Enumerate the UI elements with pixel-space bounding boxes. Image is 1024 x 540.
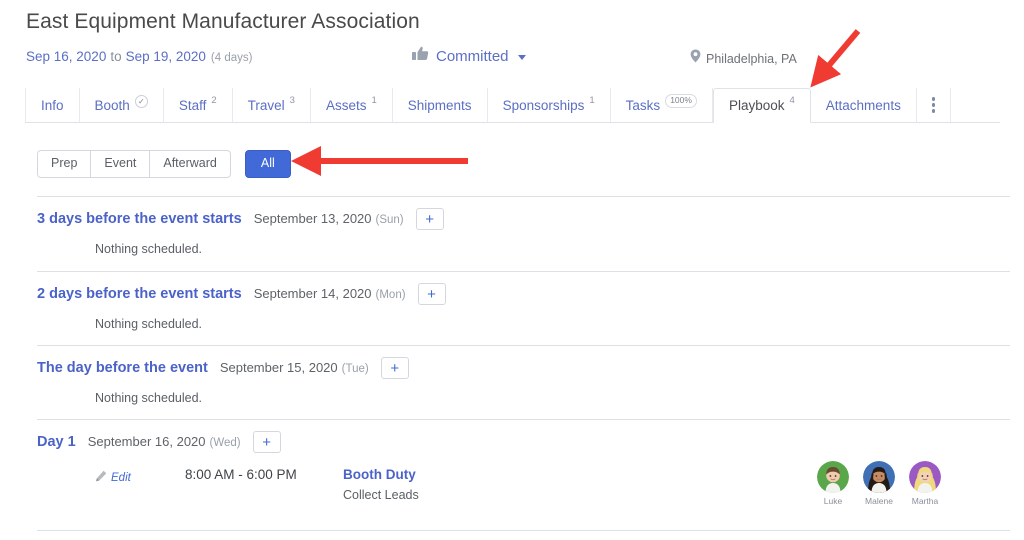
tab-travel[interactable]: Travel 3 — [233, 88, 311, 122]
tab-badge: 4 — [789, 95, 795, 106]
avatar-name: Martha — [911, 496, 939, 506]
edit-label: Edit — [111, 472, 131, 484]
page-title: East Equipment Manufacturer Association — [26, 10, 420, 33]
filter-afterward-button[interactable]: Afterward — [149, 150, 231, 178]
filter-event-button[interactable]: Event — [90, 150, 150, 178]
tab-badge: ✓ — [134, 94, 148, 108]
playbook-page: East Equipment Manufacturer Association … — [0, 0, 1024, 540]
day-section-date-wrap: September 16, 2020 (Wed) — [88, 433, 241, 451]
arrow-all-filter — [291, 146, 468, 176]
tab-badge: 1 — [589, 94, 595, 106]
event-end-date[interactable]: Sep 19, 2020 — [126, 49, 206, 64]
tab-attachments[interactable]: Attachments — [811, 88, 917, 122]
day-section-dow: (Mon) — [375, 289, 406, 301]
add-entry-button[interactable]: + — [415, 208, 444, 230]
empty-state-text: Nothing scheduled. — [95, 242, 203, 256]
avatar-name: Malene — [865, 496, 893, 506]
day-section-dow: (Sun) — [375, 214, 404, 226]
entry-assignees: Luke Malene Martha — [816, 461, 942, 506]
day-section-date-wrap: September 15, 2020 (Tue) — [220, 359, 369, 377]
day-section-date-wrap: September 14, 2020 (Mon) — [254, 285, 406, 303]
avatar[interactable]: Martha — [908, 461, 942, 506]
day-section-date: September 14, 2020 — [253, 286, 372, 301]
filter-row: Prep Event Afterward All — [37, 150, 291, 178]
event-start-date[interactable]: Sep 16, 2020 — [26, 49, 106, 64]
add-entry-button[interactable]: + — [252, 431, 281, 453]
day-section-date: September 16, 2020 — [87, 434, 206, 449]
avatar-image — [863, 461, 895, 493]
empty-state-text: Nothing scheduled. — [95, 317, 203, 331]
tab-label: Attachments — [825, 97, 901, 113]
tab-label: Travel — [247, 97, 285, 113]
map-pin-icon — [690, 49, 701, 68]
tab-badge: 100% — [665, 94, 697, 108]
thumbs-up-icon — [412, 46, 429, 66]
status-label: Committed — [436, 47, 509, 65]
tab-staff[interactable]: Staff 2 — [164, 88, 233, 122]
edit-entry-link[interactable]: Edit — [95, 469, 131, 487]
tab-tasks[interactable]: Tasks 100% — [611, 88, 713, 122]
pencil-icon — [95, 469, 107, 487]
tab-booth[interactable]: Booth ✓ — [80, 88, 164, 122]
day-section-title: The day before the event — [37, 360, 208, 376]
day-section: 2 days before the event starts September … — [37, 271, 1010, 331]
tab-badge: 3 — [289, 94, 295, 106]
tab-label: Shipments — [407, 97, 472, 113]
tab-sponsorships[interactable]: Sponsorships 1 — [488, 88, 611, 122]
tab-badge: 2 — [211, 94, 217, 106]
entry-body: Booth Duty Collect Leads — [343, 467, 419, 502]
day-section-header: 2 days before the event starts September … — [37, 272, 1010, 305]
tab-label: Booth — [94, 97, 130, 113]
entry-subtitle: Collect Leads — [343, 488, 419, 502]
avatar-name: Luke — [823, 496, 843, 506]
empty-state-text: Nothing scheduled. — [95, 391, 203, 405]
filter-all-button[interactable]: All — [244, 150, 291, 178]
day-section-dow: (Wed) — [209, 437, 241, 449]
add-entry-button[interactable]: + — [417, 283, 446, 305]
tab-label: Assets — [325, 97, 367, 113]
tab-shipments[interactable]: Shipments — [393, 88, 488, 122]
status-dropdown[interactable]: Committed — [412, 46, 526, 66]
tab-label: Playbook — [728, 98, 785, 113]
day-section: 3 days before the event starts September … — [37, 196, 1010, 256]
event-duration: (4 days) — [210, 52, 253, 64]
day-section-dow: (Tue) — [341, 363, 369, 375]
tab-label: Info — [41, 97, 64, 113]
tab-label: Sponsorships — [502, 97, 585, 113]
tab-info[interactable]: Info — [25, 88, 80, 122]
avatar-image — [909, 461, 941, 493]
day-section-header: Day 1 September 16, 2020 (Wed) + — [37, 420, 1010, 453]
add-entry-button[interactable]: + — [380, 357, 409, 379]
avatar[interactable]: Malene — [862, 461, 896, 506]
tab-playbook[interactable]: Playbook 4 — [712, 88, 811, 123]
day-section-header: The day before the event September 15, 20… — [37, 346, 1010, 379]
playbook-entry-row: Edit 8:00 AM - 6:00 PM Booth Duty Collect L… — [37, 453, 1010, 523]
entry-title[interactable]: Booth Duty — [343, 467, 419, 482]
bottom-divider — [37, 530, 1010, 531]
filter-prep-button[interactable]: Prep — [37, 150, 91, 178]
day-section-title: 3 days before the event starts — [37, 211, 242, 227]
day-section-title: Day 1 — [37, 434, 76, 450]
day-section-date: September 15, 2020 — [219, 360, 338, 375]
tab-label: Staff — [178, 97, 207, 113]
day-section-date-wrap: September 13, 2020 (Sun) — [254, 210, 404, 228]
day-section-date: September 13, 2020 — [253, 211, 372, 226]
tab-bar: Info Booth ✓ Staff 2 Travel 3 Assets 1 Shipments S… — [25, 88, 1000, 123]
tab-badge: 1 — [371, 94, 377, 106]
avatar[interactable]: Luke — [816, 461, 850, 506]
event-location: Philadelphia, PA — [690, 49, 797, 68]
tab-label: Tasks — [625, 97, 661, 113]
day-section-header: 3 days before the event starts September … — [37, 197, 1010, 230]
kebab-menu-icon[interactable] — [917, 88, 952, 122]
day-section-title: 2 days before the event starts — [37, 286, 242, 302]
day-section: The day before the event September 15, 20… — [37, 345, 1010, 405]
day-section: Day 1 September 16, 2020 (Wed) + Edit 8:00 AM… — [37, 419, 1010, 523]
chevron-down-icon — [517, 55, 526, 60]
date-separator: to — [110, 49, 122, 64]
location-label: Philadelphia, PA — [706, 51, 797, 66]
tab-assets[interactable]: Assets 1 — [311, 88, 393, 122]
filter-button-group: Prep Event Afterward — [37, 150, 231, 178]
avatar-image — [817, 461, 849, 493]
entry-time: 8:00 AM - 6:00 PM — [185, 467, 297, 482]
